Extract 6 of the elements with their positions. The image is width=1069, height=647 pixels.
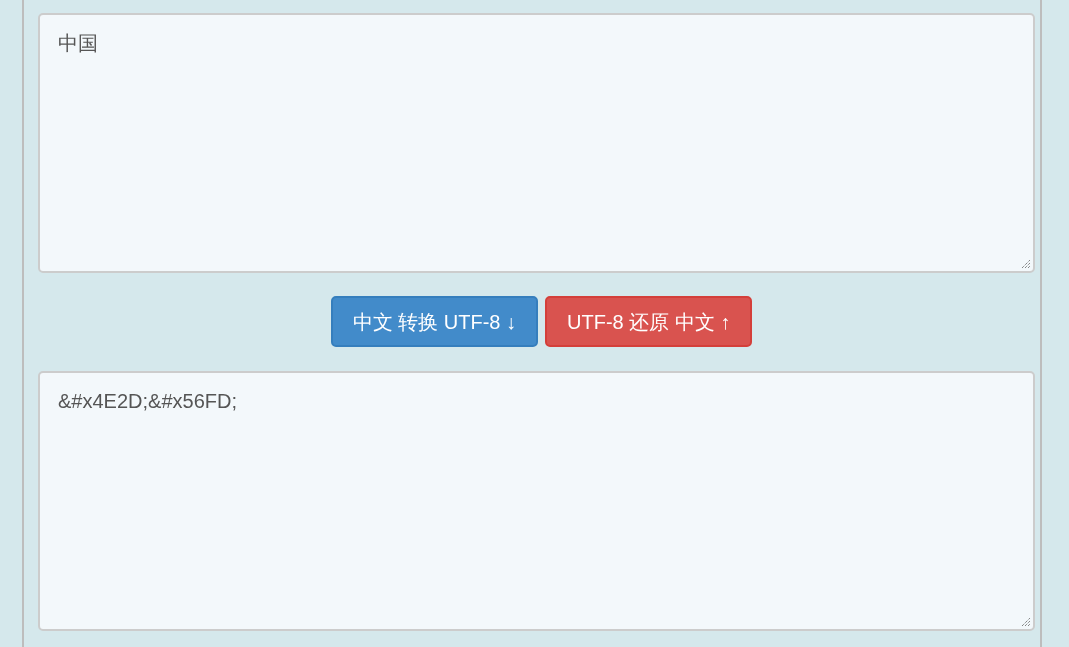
- convert-button[interactable]: 中文 转换 UTF-8 ↓: [330, 296, 538, 347]
- resize-handle-icon[interactable]: [1021, 617, 1031, 627]
- restore-button[interactable]: UTF-8 还原 中文 ↑: [545, 296, 753, 347]
- resize-handle-icon[interactable]: [1021, 259, 1031, 269]
- text-area[interactable]: 中国: [38, 13, 1035, 273]
- text-area[interactable]: &#x4E2D;&#x56FD;: [38, 371, 1035, 631]
